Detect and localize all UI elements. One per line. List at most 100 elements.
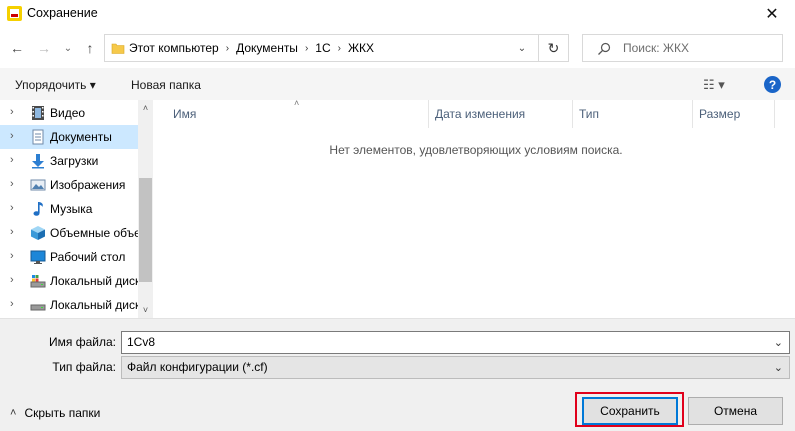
expand-chevron-icon[interactable]: › [10,202,22,216]
file-list[interactable]: ˄ Имя Дата изменения Тип Размер Нет элем… [157,98,795,318]
view-options-button[interactable]: ☷ ▾ [703,77,725,93]
crumb-documents[interactable]: Документы [236,41,298,55]
breadcrumb: Этот компьютер › Документы › 1С › ЖКХ [129,41,374,55]
expand-chevron-icon[interactable]: › [10,274,22,288]
window-title: Сохранение [27,6,98,20]
video-icon [32,106,44,120]
filetype-select[interactable]: Файл конфигурации (*.cf) ⌄ [121,356,790,379]
back-arrow-icon: ← [10,40,24,56]
chevron-right-icon[interactable]: › [338,43,341,54]
local-disk-icon [30,304,46,311]
address-history-dropdown[interactable]: ⌄ [513,39,531,57]
column-size-label: Размер [699,107,741,121]
crumb-1c[interactable]: 1С [315,41,330,55]
navigation-scrollbar[interactable]: ˄ ˅ [138,100,153,318]
cancel-button[interactable]: Отмена [688,397,783,425]
search-box[interactable]: Поиск: ЖКХ [582,34,783,62]
tree-item-label: Видео [50,106,86,120]
expand-chevron-icon[interactable]: › [10,106,22,120]
column-header-size[interactable]: Размер [693,100,775,128]
tree-item-documents[interactable]: › Документы [0,125,138,149]
filename-label: Имя файла: [49,335,116,349]
title-bar: Сохранение ✕ [0,0,795,28]
tree-item-label: Загрузки [50,154,99,168]
column-date-label: Дата изменения [435,107,526,121]
expand-chevron-icon[interactable]: › [10,178,22,192]
expand-chevron-icon[interactable]: › [10,130,22,144]
tree-item-video[interactable]: › Видео [0,101,138,125]
hide-folders-label: Скрыть папки [24,406,101,420]
chevron-right-icon[interactable]: › [226,43,229,54]
expand-chevron-icon[interactable]: › [10,250,22,264]
tree-item-label: Локальный диск [50,298,138,312]
column-header-name[interactable]: Имя [167,100,429,128]
expand-chevron-icon[interactable]: › [10,226,22,240]
column-header-type[interactable]: Тип [573,100,693,128]
chevron-up-icon: ˄ [10,407,17,419]
chevron-right-icon[interactable]: › [305,43,308,54]
refresh-button[interactable]: ↻ [539,34,569,62]
tree-item-desktop[interactable]: › Рабочий стол [0,245,138,269]
tree-item-downloads[interactable]: › Загрузки [0,149,138,173]
empty-message: Нет элементов, удовлетворяющих условиям … [329,143,623,157]
3d-objects-icon [31,226,45,240]
search-placeholder: Поиск: ЖКХ [623,41,689,55]
column-name-label: Имя [173,107,197,121]
scroll-up-icon[interactable]: ˄ [138,100,153,116]
app-icon [7,6,22,21]
search-icon [598,42,611,55]
tree-item-label: Изображения [50,178,126,192]
pictures-icon [30,179,46,191]
music-icon [33,202,43,216]
save-button-highlight [575,392,684,427]
toolbar: Упорядочить ▾ Новая папка ☷ ▾ ? [0,68,795,100]
scroll-down-icon[interactable]: ˅ [138,302,153,318]
tree-item-label: Объемные объекты [50,226,138,240]
organize-button[interactable]: Упорядочить ▾ [15,78,96,92]
filename-input[interactable]: 1Cv8 ⌄ [121,331,790,354]
crumb-this-pc[interactable]: Этот компьютер [129,41,219,55]
refresh-icon: ↻ [547,39,560,56]
help-icon[interactable]: ? [764,76,781,93]
tree-item-local-disk-c[interactable]: › Локальный диск [0,269,138,293]
close-button[interactable]: ✕ [749,0,795,28]
tree-item-label: Локальный диск [50,274,138,288]
close-icon: ✕ [765,6,779,23]
hide-folders-button[interactable]: ˄ Скрыть папки [10,406,100,420]
forward-arrow-icon: → [37,40,51,56]
folder-icon [111,43,125,54]
column-type-label: Тип [579,107,600,121]
tree-item-music[interactable]: › Музыка [0,197,138,221]
tree-item-label: Документы [50,130,112,144]
tree-item-label: Рабочий стол [50,250,126,264]
navigation-pane[interactable]: › Видео › Документы › Загрузки › Изображ… [0,100,153,318]
tree-item-label: Музыка [50,202,93,216]
expand-chevron-icon[interactable]: › [10,298,22,312]
chevron-down-icon: ⌄ [517,42,527,54]
tree-item-local-disk-d[interactable]: › Локальный диск [0,293,138,317]
back-button[interactable]: ← [7,37,27,59]
tree-item-3d-objects[interactable]: › Объемные объекты [0,221,138,245]
expand-chevron-icon[interactable]: › [10,154,22,168]
chevron-down-icon[interactable]: ⌄ [774,336,783,349]
desktop-icon [30,250,46,264]
documents-icon [32,129,44,145]
recent-locations-button[interactable]: ⌄ [58,37,78,59]
filename-value: 1Cv8 [127,335,156,349]
local-disk-icon [30,275,46,288]
up-button[interactable]: ↑ [80,37,100,59]
address-bar[interactable]: Этот компьютер › Документы › 1С › ЖКХ [104,34,539,62]
forward-button[interactable]: → [34,37,54,59]
downloads-icon [32,154,44,169]
column-header-date[interactable]: Дата изменения [429,100,573,128]
up-arrow-icon: ↑ [86,40,94,56]
tree-item-pictures[interactable]: › Изображения [0,173,138,197]
scrollbar-thumb[interactable] [139,178,152,282]
filetype-label: Тип файла: [52,360,116,374]
crumb-zhkh[interactable]: ЖКХ [348,41,374,55]
new-folder-button[interactable]: Новая папка [131,78,201,92]
chevron-down-icon: ⌄ [63,42,73,54]
cancel-button-label: Отмена [713,404,758,418]
filetype-value: Файл конфигурации (*.cf) [127,360,268,374]
chevron-down-icon: ⌄ [773,362,783,374]
